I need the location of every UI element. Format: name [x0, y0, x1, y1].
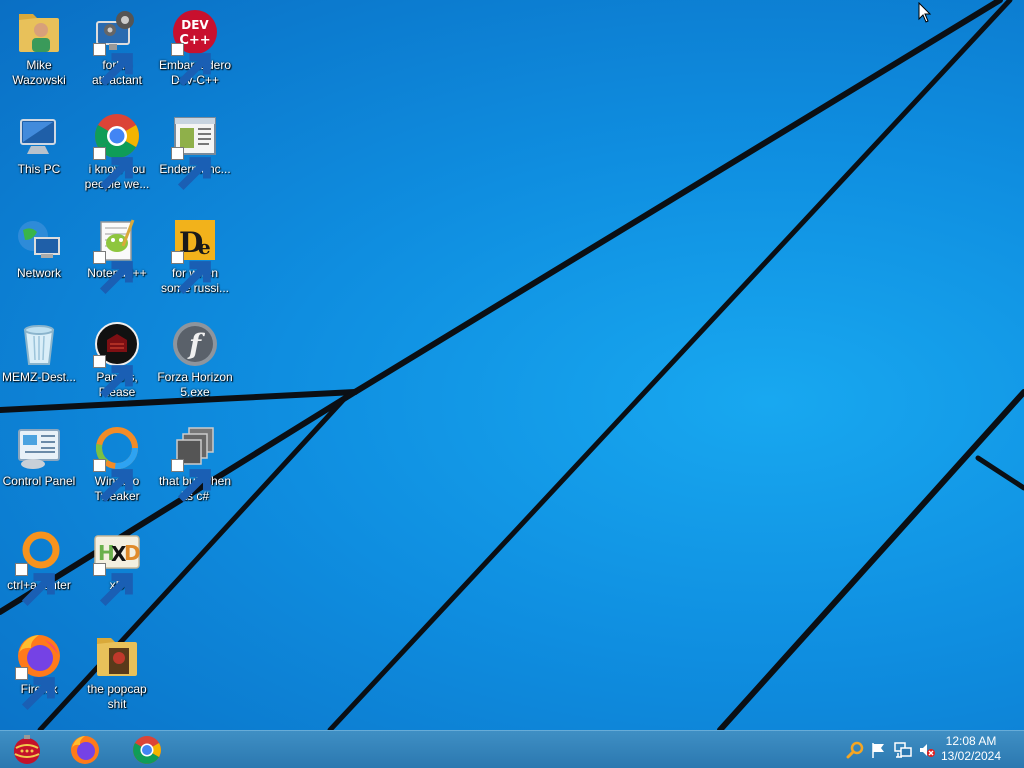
- desktop-icon[interactable]: ctrl+a, enter: [0, 520, 78, 620]
- desktop-icon[interactable]: Control Panel: [0, 416, 78, 516]
- user-folder-icon: [15, 8, 63, 56]
- svg-text:DEV: DEV: [181, 18, 209, 32]
- taskbar-chrome[interactable]: [124, 733, 170, 767]
- desktop-icon[interactable]: Firefox: [0, 624, 78, 724]
- svg-text:D: D: [124, 541, 141, 565]
- tray-search[interactable]: [846, 741, 864, 759]
- chrome-icon: [93, 112, 141, 191]
- desktop-icon[interactable]: f Forza Horizon 5.exe: [156, 312, 234, 412]
- shortcut-arrow-icon: [93, 563, 133, 607]
- tray-volume[interactable]: [918, 741, 936, 759]
- taskbar-firefox[interactable]: [62, 733, 108, 767]
- clock-time: 12:08 AM: [945, 734, 997, 748]
- tray-action-center[interactable]: [870, 741, 888, 759]
- network-globe-icon: [15, 216, 63, 264]
- shortcut-arrow-icon: [171, 147, 211, 191]
- desktop-icon[interactable]: De for when some russi...: [156, 208, 234, 308]
- window-document-icon: [171, 112, 219, 191]
- desktop-icon[interactable]: Endermanc...: [156, 104, 234, 204]
- desktop-icon[interactable]: the popcap shit: [78, 624, 156, 724]
- desktop-icon-label: Mike Wazowski: [12, 58, 66, 87]
- desktop-icon-label: the popcap shit: [87, 682, 147, 711]
- desktop-icon[interactable]: DEV C++ Embarcadero Dev-C++: [156, 0, 234, 100]
- ornament-start-icon: [14, 735, 40, 764]
- shortcut-arrow-icon: [171, 251, 211, 295]
- clock-date: 13/02/2024: [940, 749, 1002, 763]
- popcap-folder-icon: [93, 632, 141, 680]
- control-panel-icon: [15, 424, 63, 472]
- desktop-icon-label: MEMZ-Dest...: [2, 370, 76, 384]
- taskbar-clock[interactable]: 12:08 AM 13/02/2024: [936, 734, 1006, 764]
- shortcut-arrow-icon: [93, 459, 133, 503]
- notepad-plus-plus-icon: [93, 216, 141, 295]
- stacked-windows-icon: [171, 424, 219, 503]
- shortcut-arrow-icon: [171, 459, 211, 503]
- desktop-icon[interactable]: that but when its c#: [156, 416, 234, 516]
- desktop-icon-label: This PC: [17, 162, 61, 176]
- orange-ring-icon: [15, 528, 63, 607]
- devcpp-icon: DEV C++: [171, 8, 219, 87]
- search-tray-icon: [846, 741, 864, 759]
- shortcut-arrow-icon: [15, 667, 55, 711]
- shortcut-arrow-icon: [93, 251, 133, 295]
- start-button[interactable]: [4, 733, 50, 767]
- desktop-icon[interactable]: Papers, Please: [78, 312, 156, 412]
- shortcut-arrow-icon: [93, 147, 133, 191]
- desktop-icon[interactable]: i know you people we...: [78, 104, 156, 204]
- desktop-icon-label: Network: [16, 266, 61, 280]
- desktop-icon-label: Forza Horizon 5.exe: [157, 370, 233, 399]
- desktop-icon[interactable]: Winaero Tweaker: [78, 416, 156, 516]
- recycle-bin-icon: [15, 320, 63, 368]
- desktop-icon[interactable]: Network: [0, 208, 78, 308]
- hxd-icon: HXD: [93, 528, 141, 607]
- tray-network[interactable]: [894, 741, 912, 759]
- network-tray-icon: [894, 742, 912, 758]
- desktop-icon[interactable]: This PC: [0, 104, 78, 204]
- desktop-icon-label: Control Panel: [2, 474, 76, 488]
- gears-monitor-icon: [93, 8, 141, 87]
- chrome-icon: [133, 736, 161, 764]
- shortcut-arrow-icon: [93, 43, 133, 87]
- shortcut-arrow-icon: [171, 43, 211, 87]
- firefox-icon: [71, 736, 99, 764]
- desktop-icon[interactable]: H X DxD: [78, 520, 156, 620]
- shortcut-arrow-icon: [93, 355, 133, 399]
- desktop-icon[interactable]: Notepad++: [78, 208, 156, 308]
- mouse-cursor: [918, 2, 932, 23]
- de-icon: De: [171, 216, 219, 295]
- desktop-icon[interactable]: forkie attractant: [78, 0, 156, 100]
- flash-icon: f: [171, 320, 219, 368]
- winaero-icon: [93, 424, 141, 503]
- firefox-icon: [15, 632, 63, 711]
- papers-please-icon: [93, 320, 141, 399]
- volume-muted-tray-icon: [920, 744, 935, 757]
- desktop-icon[interactable]: Mike Wazowski: [0, 0, 78, 100]
- desktop-icon[interactable]: MEMZ-Dest...: [0, 312, 78, 412]
- computer-icon: [15, 112, 63, 160]
- flag-tray-icon: [872, 743, 884, 758]
- taskbar: 12:08 AM 13/02/2024: [0, 730, 1024, 768]
- shortcut-arrow-icon: [15, 563, 55, 607]
- desktop[interactable]: Mike Wazowski forkie attractant DEV C++ Emba…: [0, 0, 1024, 730]
